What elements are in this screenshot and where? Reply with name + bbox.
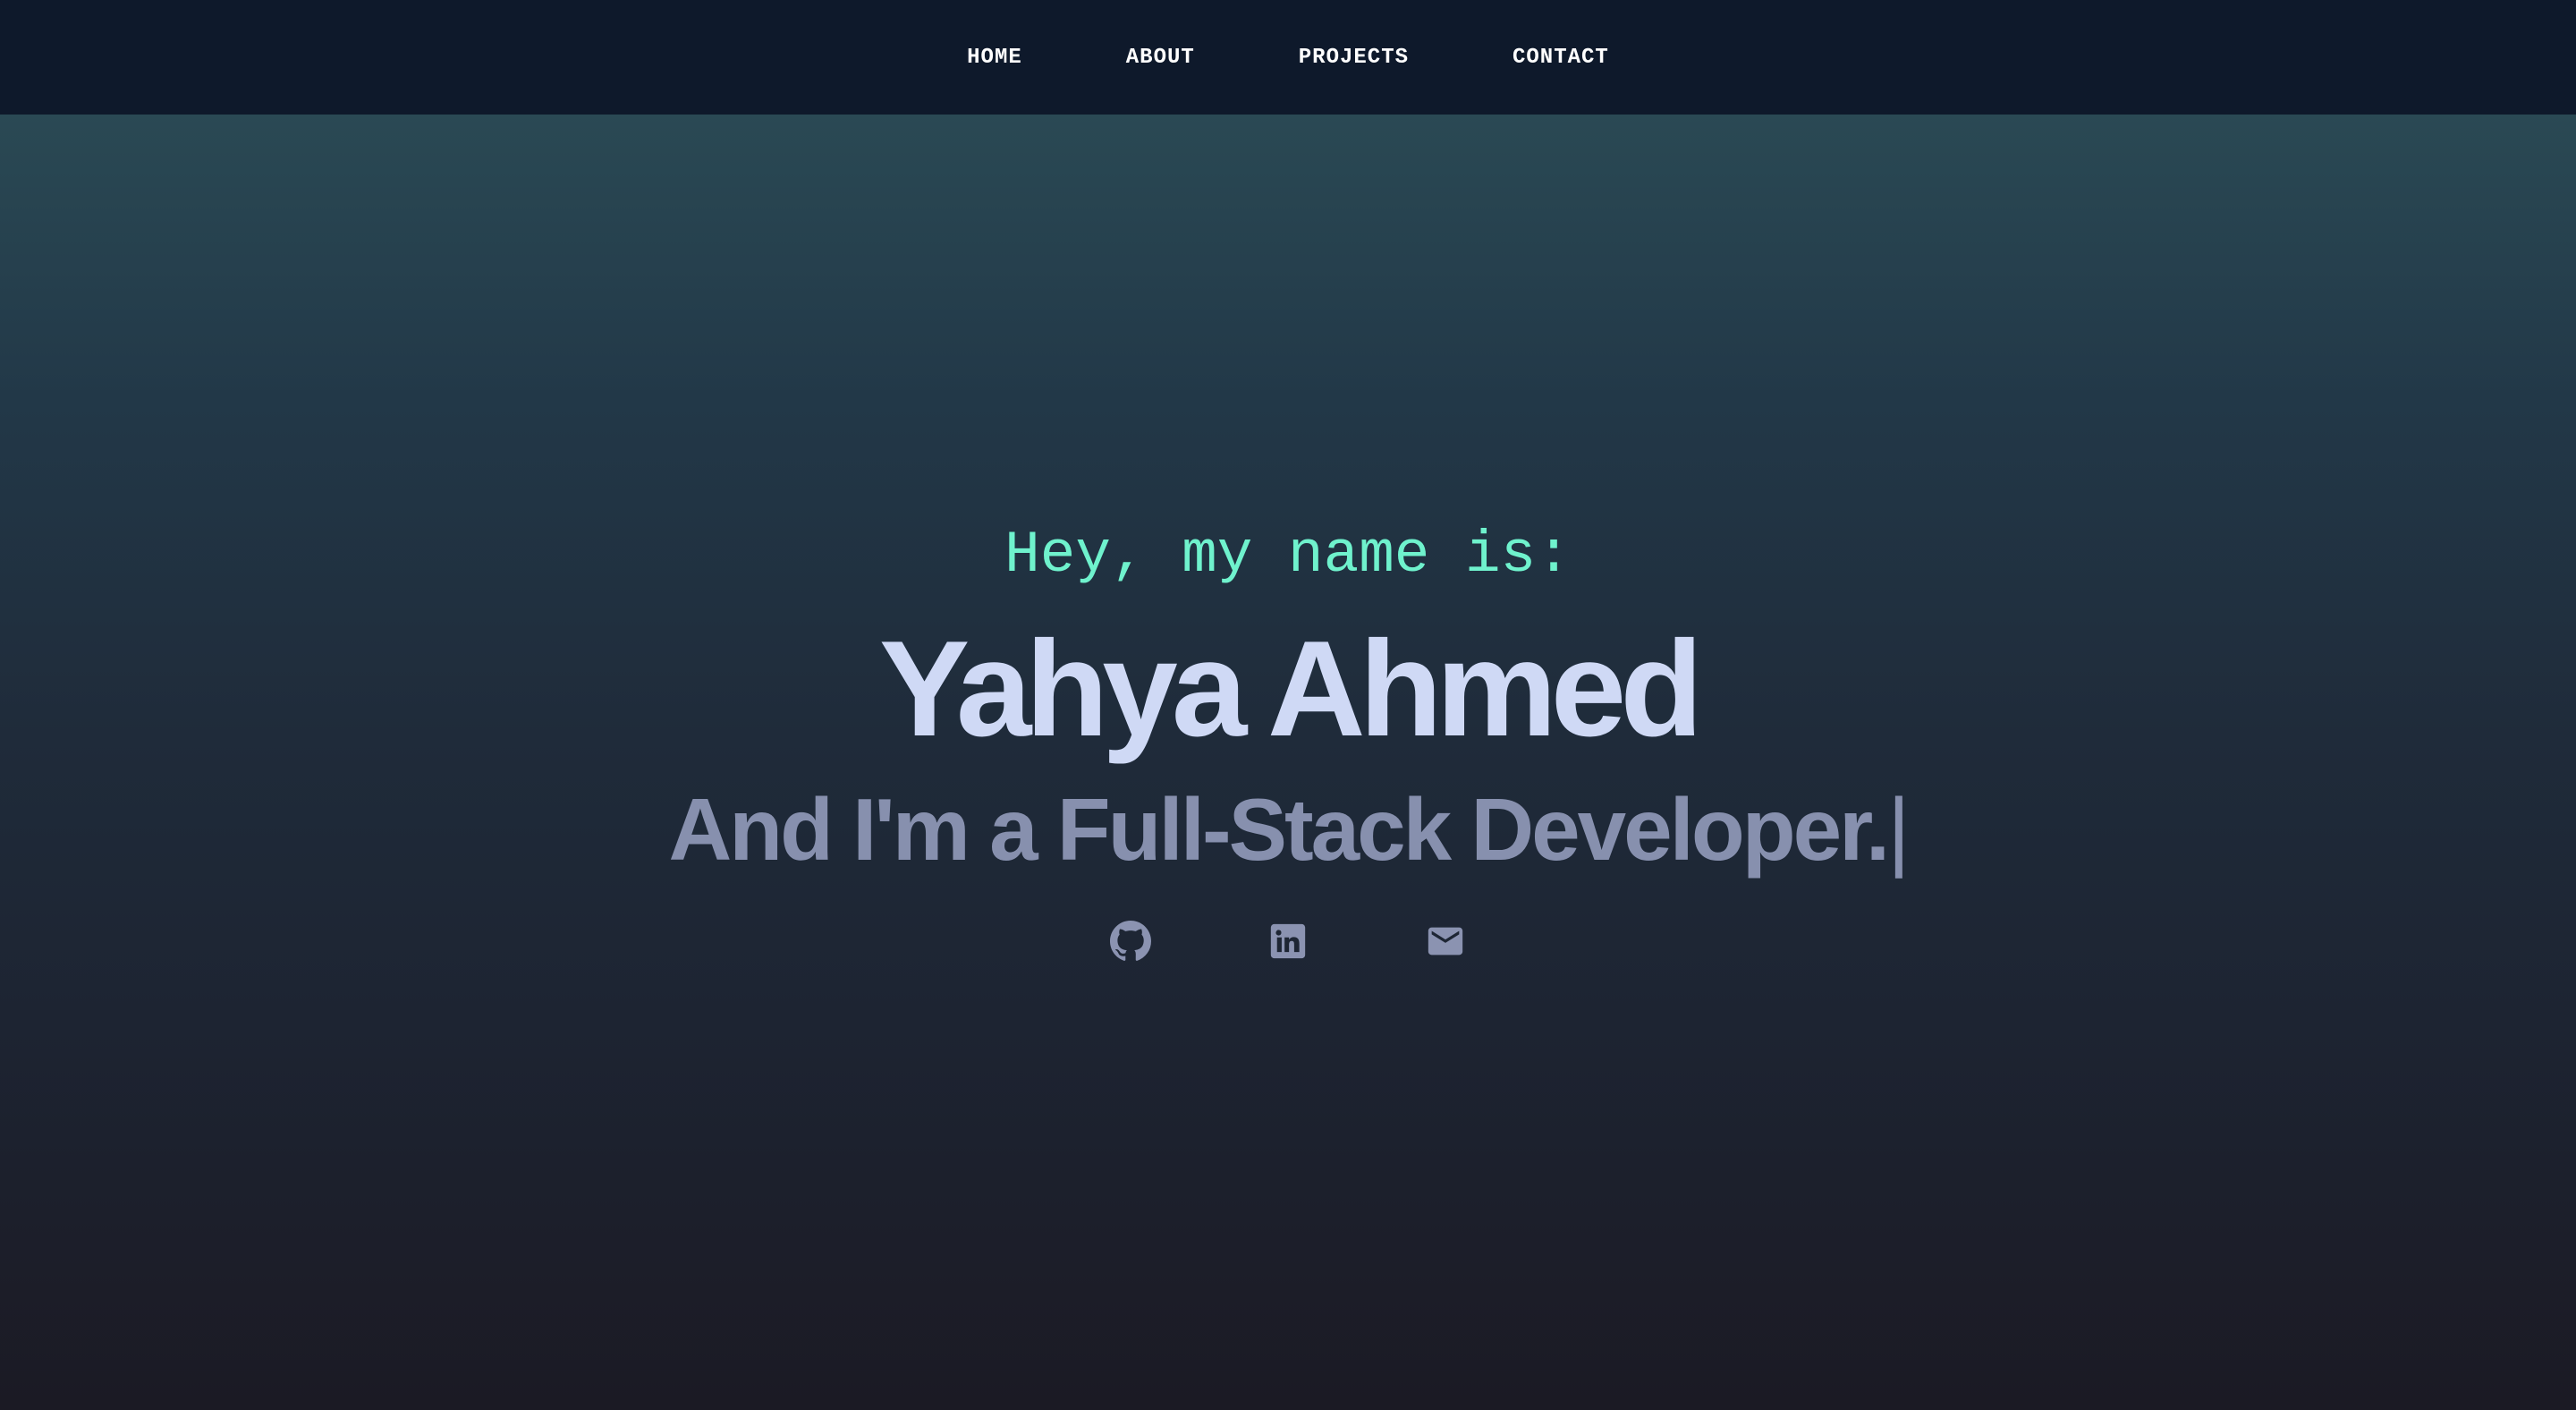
tagline-text: And I'm a Full-Stack Developer. (668, 780, 1890, 879)
nav-contact-link[interactable]: CONTACT (1513, 38, 1609, 77)
github-link[interactable] (1107, 920, 1154, 966)
mail-icon (1425, 921, 1466, 966)
social-links (1107, 920, 1469, 966)
hero-name: Yahya Ahmed (878, 613, 1703, 765)
hero-tagline: And I'm a Full-Stack Developer.| (668, 786, 1910, 873)
nav-about-link[interactable]: ABOUT (1126, 38, 1195, 77)
greeting-text: Hey, my name is: (1004, 522, 1572, 589)
typing-cursor: | (1887, 780, 1911, 879)
hero-content: Hey, my name is: Yahya Ahmed And I'm a F… (0, 526, 2576, 966)
nav-projects-link[interactable]: PROJECTS (1299, 38, 1409, 77)
nav-home-link[interactable]: HOME (967, 38, 1022, 77)
top-navbar: HOME ABOUT PROJECTS CONTACT (0, 0, 2576, 115)
linkedin-link[interactable] (1265, 920, 1311, 966)
github-icon (1110, 920, 1151, 966)
hero-section: Hey, my name is: Yahya Ahmed And I'm a F… (0, 115, 2576, 1410)
linkedin-icon (1267, 921, 1309, 966)
email-link[interactable] (1422, 920, 1469, 966)
